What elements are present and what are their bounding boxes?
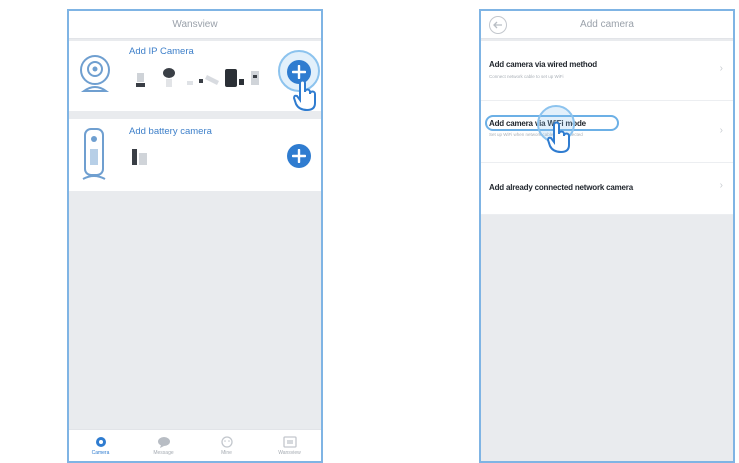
option-title: Add camera via wired method — [489, 60, 597, 69]
add-camera-wired-option[interactable]: Add camera via wired method Connect netw… — [481, 41, 733, 101]
nav-label: Wansview — [278, 449, 301, 456]
back-button[interactable] — [489, 16, 507, 34]
top-bar: Add camera — [481, 11, 733, 39]
chevron-right-icon: › — [719, 125, 723, 136]
page-title: Add camera — [580, 19, 634, 30]
right-phone-screen: Add camera Add camera via wired method C… — [479, 9, 735, 463]
bottom-nav: Camera Message Mine Wansview — [69, 429, 321, 461]
option-title: Add already connected network camera — [489, 183, 633, 192]
battery-camera-model-icon — [132, 149, 147, 165]
camera-icon — [95, 436, 106, 447]
tap-hand-icon — [293, 79, 316, 111]
add-battery-camera-label: Add battery camera — [129, 126, 212, 137]
add-battery-camera-card[interactable]: Add battery camera — [69, 119, 321, 191]
page-title: Wansview — [172, 19, 218, 30]
nav-camera[interactable]: Camera — [69, 430, 132, 461]
wansview-icon — [282, 435, 297, 448]
tap-hand-icon — [547, 121, 570, 153]
nav-label: Camera — [91, 449, 110, 456]
nav-label: Mine — [221, 449, 232, 456]
camera-models-icons — [136, 68, 259, 87]
nav-message[interactable]: Message — [132, 430, 195, 461]
add-connected-camera-option[interactable]: Add already connected network camera › — [481, 163, 733, 215]
add-ip-camera-card[interactable]: Add IP Camera — [69, 41, 321, 111]
top-bar: Wansview — [69, 11, 321, 39]
add-ip-camera-label: Add IP Camera — [129, 46, 194, 57]
add-battery-camera-button[interactable] — [287, 144, 311, 168]
chevron-right-icon: › — [719, 63, 723, 74]
add-camera-wifi-option[interactable]: Add camera via WiFi mode Set up WiFi whe… — [481, 101, 733, 163]
plus-icon — [292, 65, 306, 79]
left-phone-screen: Wansview Add IP Camera Add battery camer… — [67, 9, 323, 463]
nav-wansview[interactable]: Wansview — [258, 430, 321, 461]
ip-camera-icon — [80, 55, 110, 92]
mine-icon — [220, 435, 233, 448]
back-arrow-icon — [493, 21, 502, 29]
nav-label: Message — [153, 449, 174, 456]
battery-camera-icon — [82, 128, 106, 180]
message-icon — [157, 436, 170, 448]
chevron-right-icon: › — [719, 180, 723, 191]
plus-icon — [292, 149, 306, 163]
option-subtitle: Connect network cable to set up WiFi — [489, 74, 564, 79]
nav-mine[interactable]: Mine — [195, 430, 258, 461]
